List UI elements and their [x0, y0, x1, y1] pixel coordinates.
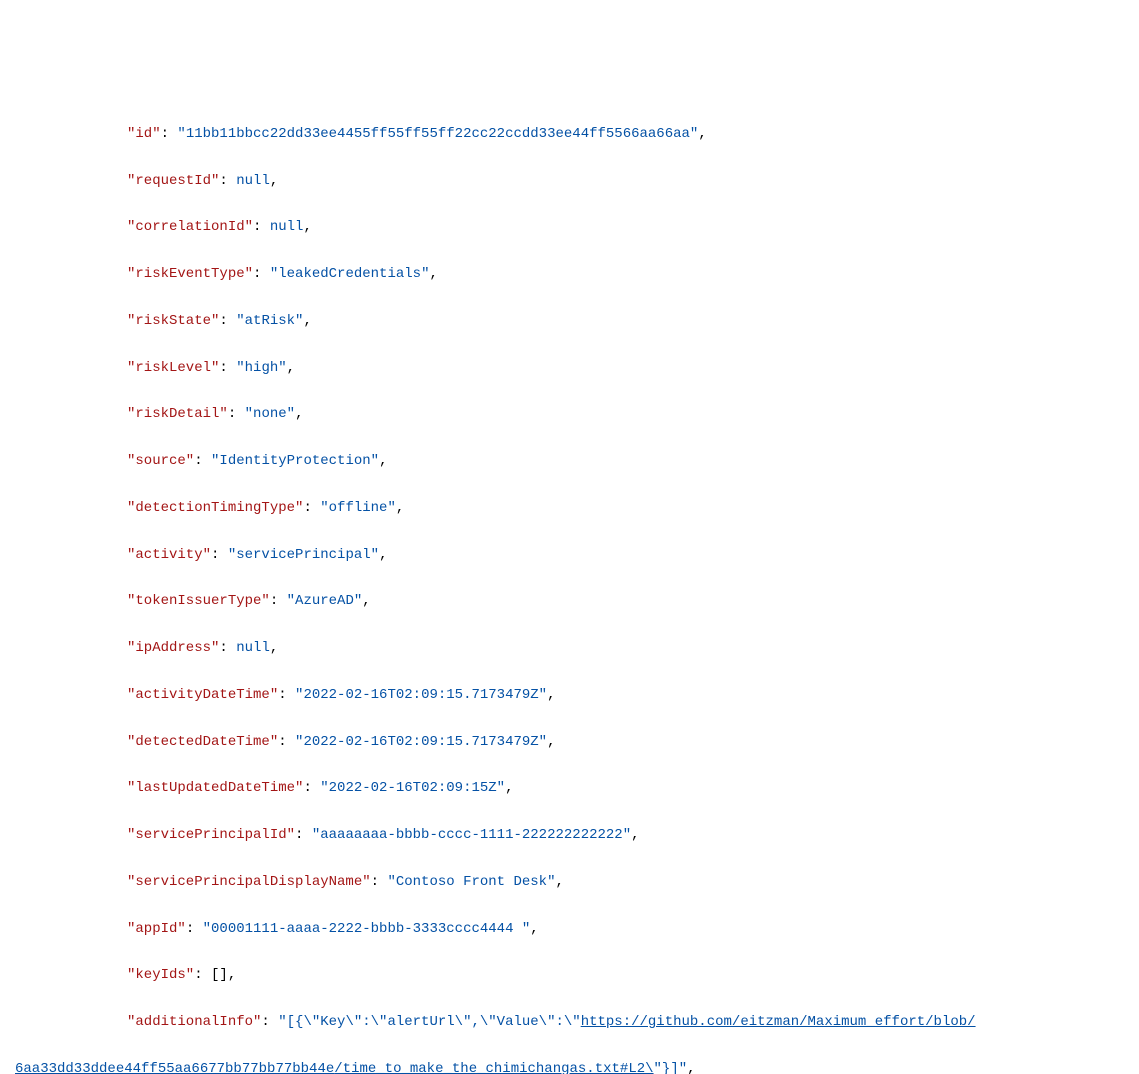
json-key: "requestId"	[127, 173, 219, 189]
json-key: "source"	[127, 453, 194, 469]
json-key: "correlationId"	[127, 219, 253, 235]
json-line-servicePrincipalDisplayName: "servicePrincipalDisplayName": "Contoso …	[15, 871, 1139, 894]
json-line-activity: "activity": "servicePrincipal",	[15, 544, 1139, 567]
json-key: "activity"	[127, 547, 211, 563]
json-value-suffix: "}]"	[654, 1061, 688, 1074]
json-line-additionalInfo: "additionalInfo": "[{\"Key\":\"alertUrl\…	[15, 1011, 1139, 1034]
json-value: "aaaaaaaa-bbbb-cccc-1111-222222222222"	[312, 827, 631, 843]
url-link[interactable]: 6aa33dd33ddee44ff55aa6677bb77bb77bb44e	[15, 1061, 334, 1074]
json-value: "AzureAD"	[287, 593, 363, 609]
json-key: "detectionTimingType"	[127, 500, 303, 516]
json-value: "atRisk"	[236, 313, 303, 329]
json-line-riskLevel: "riskLevel": "high",	[15, 357, 1139, 380]
json-line-detectionTimingType: "detectionTimingType": "offline",	[15, 497, 1139, 520]
json-key: "additionalInfo"	[127, 1014, 261, 1030]
json-key: "riskDetail"	[127, 406, 228, 422]
json-value: null	[270, 219, 304, 235]
json-line-ipAddress: "ipAddress": null,	[15, 637, 1139, 660]
json-line-riskState: "riskState": "atRisk",	[15, 310, 1139, 333]
json-value: "offline"	[320, 500, 396, 516]
json-line-detectedDateTime: "detectedDateTime": "2022-02-16T02:09:15…	[15, 731, 1139, 754]
json-value-prefix: "[{\"Key\":\"alertUrl\",\"Value\":\"	[278, 1014, 580, 1030]
json-key: "detectedDateTime"	[127, 734, 278, 750]
json-line-lastUpdatedDateTime: "lastUpdatedDateTime": "2022-02-16T02:09…	[15, 777, 1139, 800]
json-line-tokenIssuerType: "tokenIssuerType": "AzureAD",	[15, 590, 1139, 613]
json-value: null	[236, 173, 270, 189]
json-line-source: "source": "IdentityProtection",	[15, 450, 1139, 473]
json-key: "id"	[127, 126, 161, 142]
url-link[interactable]: https://github.com/eitzman/Maximum_effor…	[581, 1014, 976, 1030]
json-line-correlationId: "correlationId": null,	[15, 216, 1139, 239]
json-value: "Contoso Front Desk"	[387, 874, 555, 890]
json-key: "riskState"	[127, 313, 219, 329]
json-line-requestId: "requestId": null,	[15, 170, 1139, 193]
json-key: "riskEventType"	[127, 266, 253, 282]
json-line-riskEventType: "riskEventType": "leakedCredentials",	[15, 263, 1139, 286]
json-value: "2022-02-16T02:09:15Z"	[320, 780, 505, 796]
json-line-riskDetail: "riskDetail": "none",	[15, 403, 1139, 426]
json-value: "leakedCredentials"	[270, 266, 430, 282]
json-value: "00001111-aaaa-2222-bbbb-3333cccc4444 "	[203, 921, 531, 937]
json-line-additionalInfo-wrap: 6aa33dd33ddee44ff55aa6677bb77bb77bb44e/t…	[15, 1058, 1139, 1074]
json-key: "ipAddress"	[127, 640, 219, 656]
json-value: "none"	[245, 406, 295, 422]
json-line-id: "id": "11bb11bbcc22dd33ee4455ff55ff55ff2…	[15, 123, 1139, 146]
json-key: "activityDateTime"	[127, 687, 278, 703]
json-line-appId: "appId": "00001111-aaaa-2222-bbbb-3333cc…	[15, 918, 1139, 941]
json-key: "tokenIssuerType"	[127, 593, 270, 609]
json-value: "high"	[236, 360, 286, 376]
json-key: "keyIds"	[127, 967, 194, 983]
json-line-activityDateTime: "activityDateTime": "2022-02-16T02:09:15…	[15, 684, 1139, 707]
json-value: null	[236, 640, 270, 656]
json-value: "servicePrincipal"	[228, 547, 379, 563]
json-key: "servicePrincipalDisplayName"	[127, 874, 371, 890]
json-key: "servicePrincipalId"	[127, 827, 295, 843]
json-value: "IdentityProtection"	[211, 453, 379, 469]
json-code-block: "id": "11bb11bbcc22dd33ee4455ff55ff55ff2…	[15, 100, 1139, 1074]
json-key: "riskLevel"	[127, 360, 219, 376]
json-line-servicePrincipalId: "servicePrincipalId": "aaaaaaaa-bbbb-ccc…	[15, 824, 1139, 847]
json-line-keyIds: "keyIds": [],	[15, 964, 1139, 987]
json-key: "lastUpdatedDateTime"	[127, 780, 303, 796]
json-value: "11bb11bbcc22dd33ee4455ff55ff55ff22cc22c…	[177, 126, 698, 142]
url-link[interactable]: /time_to_make_the_chimichangas.txt#L2\	[334, 1061, 653, 1074]
json-value: "2022-02-16T02:09:15.7173479Z"	[295, 687, 547, 703]
json-value: "2022-02-16T02:09:15.7173479Z"	[295, 734, 547, 750]
json-value: []	[211, 967, 228, 983]
json-key: "appId"	[127, 921, 186, 937]
